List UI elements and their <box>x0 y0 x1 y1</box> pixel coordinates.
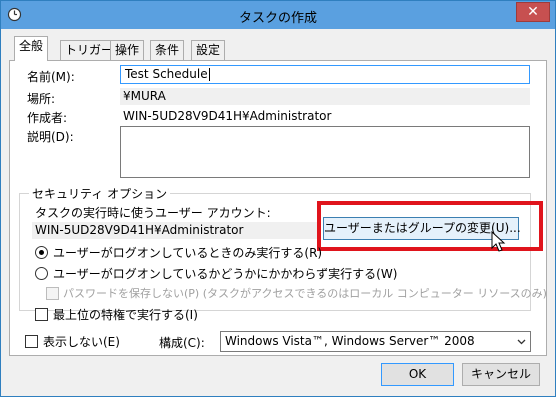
name-input[interactable]: Test Schedule <box>120 65 530 84</box>
radio-run-whether-logged-on[interactable] <box>35 267 48 280</box>
radio-run-whether-logged-on-label[interactable]: ユーザーがログオンしているかどうかにかかわらず実行する(W) <box>53 265 397 282</box>
name-input-value: Test Schedule <box>125 67 208 81</box>
checkbox-highest-privileges[interactable] <box>35 308 48 321</box>
location-label: 場所: <box>27 92 56 106</box>
ok-button[interactable]: OK <box>381 363 454 386</box>
tab-general[interactable]: 全般 <box>14 36 49 61</box>
checkbox-do-not-store-password <box>46 287 59 300</box>
tab-conditions[interactable]: 条件 <box>150 40 185 60</box>
title-bar[interactable]: タスクの作成 ✕ <box>1 1 555 29</box>
cancel-button[interactable]: キャンセル <box>462 363 540 386</box>
description-input[interactable] <box>120 126 530 178</box>
checkbox-do-not-store-password-label: パスワードを保存しない(P) (タスクがアクセスできるのはローカル コンピュータ… <box>63 287 547 300</box>
highlight-box <box>317 201 543 251</box>
tab-settings[interactable]: 設定 <box>191 40 226 60</box>
configure-for-label: 構成(C): <box>159 336 205 350</box>
author-label: 作成者: <box>27 111 68 125</box>
tab-actions[interactable]: 操作 <box>110 40 145 60</box>
radio-run-only-logged-on-label[interactable]: ユーザーがログオンしているときのみ実行する(R) <box>53 244 322 261</box>
close-button[interactable]: ✕ <box>516 2 550 22</box>
description-label: 説明(D): <box>27 130 74 144</box>
mouse-cursor-icon <box>491 231 506 252</box>
create-task-dialog: タスクの作成 ✕ 全般 トリガー 操作 条件 設定 名前(M): Test Sc… <box>0 0 556 397</box>
security-options-legend: セキュリティ オプション <box>29 185 171 202</box>
window-title: タスクの作成 <box>238 11 317 26</box>
chevron-down-icon <box>517 339 526 345</box>
checkbox-hidden-label[interactable]: 表示しない(E) <box>43 333 120 350</box>
name-label: 名前(M): <box>27 70 75 84</box>
configure-for-select[interactable]: Windows Vista™, Windows Server™ 2008 <box>220 331 531 352</box>
configure-for-value: Windows Vista™, Windows Server™ 2008 <box>225 334 475 348</box>
text-caret <box>208 68 210 81</box>
checkbox-highest-privileges-label[interactable]: 最上位の特権で実行する(I) <box>53 306 198 323</box>
run-as-account-value: WIN-5UD28V9D41H¥Administrator <box>32 222 320 239</box>
radio-run-only-logged-on[interactable] <box>35 246 48 259</box>
author-value: WIN-5UD28V9D41H¥Administrator <box>123 109 332 123</box>
checkbox-hidden[interactable] <box>25 335 38 348</box>
run-as-account-label: タスクの実行時に使うユーザー アカウント: <box>35 206 271 220</box>
location-value: ¥MURA <box>120 88 530 105</box>
